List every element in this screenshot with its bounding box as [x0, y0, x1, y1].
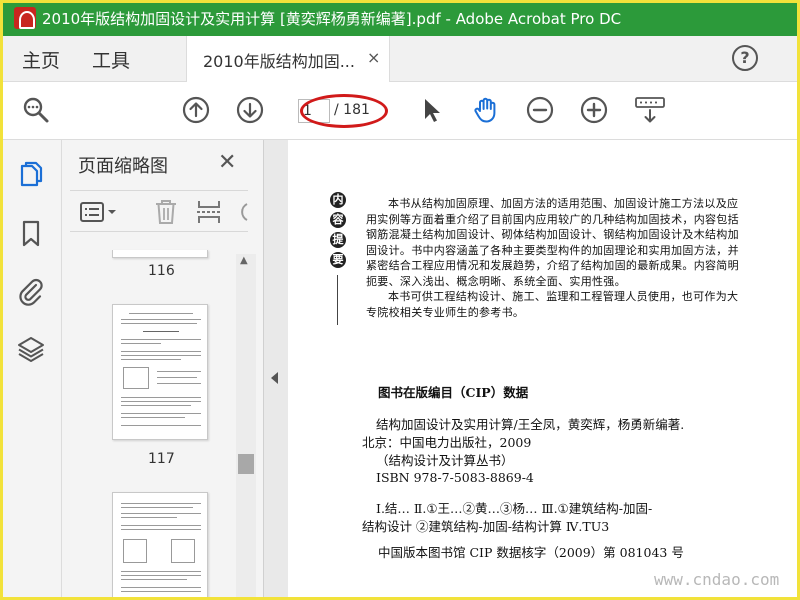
watermark: www.cndao.com — [654, 570, 780, 589]
window-title: 2010年版结构加固设计及实用计算 [黄奕辉杨勇新编著].pdf - Adobe… — [42, 9, 622, 28]
cip-line: Ⅰ.结… Ⅱ.①王…②黄…③杨… Ⅲ.①建筑结构-加固- — [376, 501, 653, 516]
cip-line: （结构设计及计算丛书） — [376, 453, 514, 468]
page-thumbnails-icon[interactable] — [16, 160, 46, 190]
zoom-out-icon[interactable] — [526, 96, 554, 124]
abstract-rule — [337, 275, 338, 325]
rotate-page-icon[interactable] — [234, 200, 248, 224]
page-thumbnail-118[interactable] — [112, 492, 208, 600]
tab-tools[interactable]: 工具 — [92, 46, 130, 73]
page-thumbnail-115[interactable] — [112, 250, 208, 258]
thumbnail-options-icon[interactable] — [80, 201, 120, 223]
attachment-icon[interactable] — [16, 276, 46, 306]
cip-line: 结构设计 ②建筑结构-加固-结构计算 Ⅳ.TU3 — [362, 519, 610, 534]
bookmark-icon[interactable] — [16, 218, 46, 248]
cip-line: ISBN 978-7-5083-8869-4 — [376, 470, 534, 485]
cip-line: 中国版本图书馆 CIP 数据核字（2009）第 081043 号 — [378, 545, 684, 560]
title-bar: 2010年版结构加固设计及实用计算 [黄奕辉杨勇新编著].pdf - Adobe… — [0, 0, 800, 36]
panel-toolbar — [70, 190, 248, 232]
select-cursor-icon[interactable] — [418, 96, 446, 124]
thumbnail-label: 117 — [148, 451, 175, 467]
hand-tool-icon[interactable] — [472, 96, 500, 124]
document-tab-label: 2010年版结构加固... — [203, 52, 355, 71]
zoom-search-icon[interactable] — [22, 96, 50, 124]
scroll-up-icon[interactable]: ▲ — [240, 255, 248, 266]
thumbnail-scrollbar[interactable] — [236, 254, 256, 600]
abstract-paragraph: 本书可供工程结构设计、施工、监理和工程管理人员使用，也可作为大专院校相关专业师生… — [366, 290, 739, 319]
acrobat-logo-icon — [14, 7, 36, 29]
cip-line: 结构加固设计及实用计算/王全凤，黄奕辉，杨勇新编著. — [376, 417, 685, 432]
layers-icon[interactable] — [16, 334, 46, 364]
abstract-text: 本书从结构加固原理、加固方法的适用范围、加固设计施工方法以及应用实例等方面着重介… — [366, 196, 742, 320]
thumbnails-panel: 页面缩略图 ✕ 116 117 — [62, 140, 264, 600]
thumbnail-label: 116 — [148, 263, 175, 279]
keyboard-scroll-icon[interactable] — [634, 96, 666, 124]
page-thumbnail-117[interactable] — [112, 304, 208, 440]
panel-splitter[interactable] — [264, 140, 288, 600]
highlight-ellipse — [300, 94, 388, 128]
cip-title: 图书在版编目（CIP）数据 — [378, 385, 529, 400]
toolbar: 1 / 181 — [0, 82, 800, 140]
zoom-in-icon[interactable] — [580, 96, 608, 124]
close-tab-icon[interactable]: × — [367, 48, 380, 67]
tab-home[interactable]: 主页 — [22, 46, 60, 73]
page-down-icon[interactable] — [236, 96, 264, 124]
abstract-paragraph: 本书从结构加固原理、加固方法的适用范围、加固设计施工方法以及应用实例等方面着重介… — [366, 197, 739, 288]
delete-page-icon[interactable] — [154, 199, 178, 225]
tab-row: 主页 工具 2010年版结构加固... × ? — [0, 36, 800, 82]
collapse-panel-icon[interactable] — [271, 372, 278, 384]
navigation-rail — [0, 140, 62, 600]
abstract-badge: 内 容 提 要 — [330, 192, 346, 272]
panel-title: 页面缩略图 — [78, 156, 168, 177]
thumbnail-scroll-thumb[interactable] — [238, 454, 254, 474]
page-up-icon[interactable] — [182, 96, 210, 124]
help-icon[interactable]: ? — [732, 45, 758, 71]
insert-page-icon[interactable] — [196, 199, 222, 225]
tab-document[interactable]: 2010年版结构加固... × — [186, 36, 390, 82]
panel-close-icon[interactable]: ✕ — [218, 150, 236, 175]
cip-line: 北京：中国电力出版社，2009 — [362, 435, 532, 450]
